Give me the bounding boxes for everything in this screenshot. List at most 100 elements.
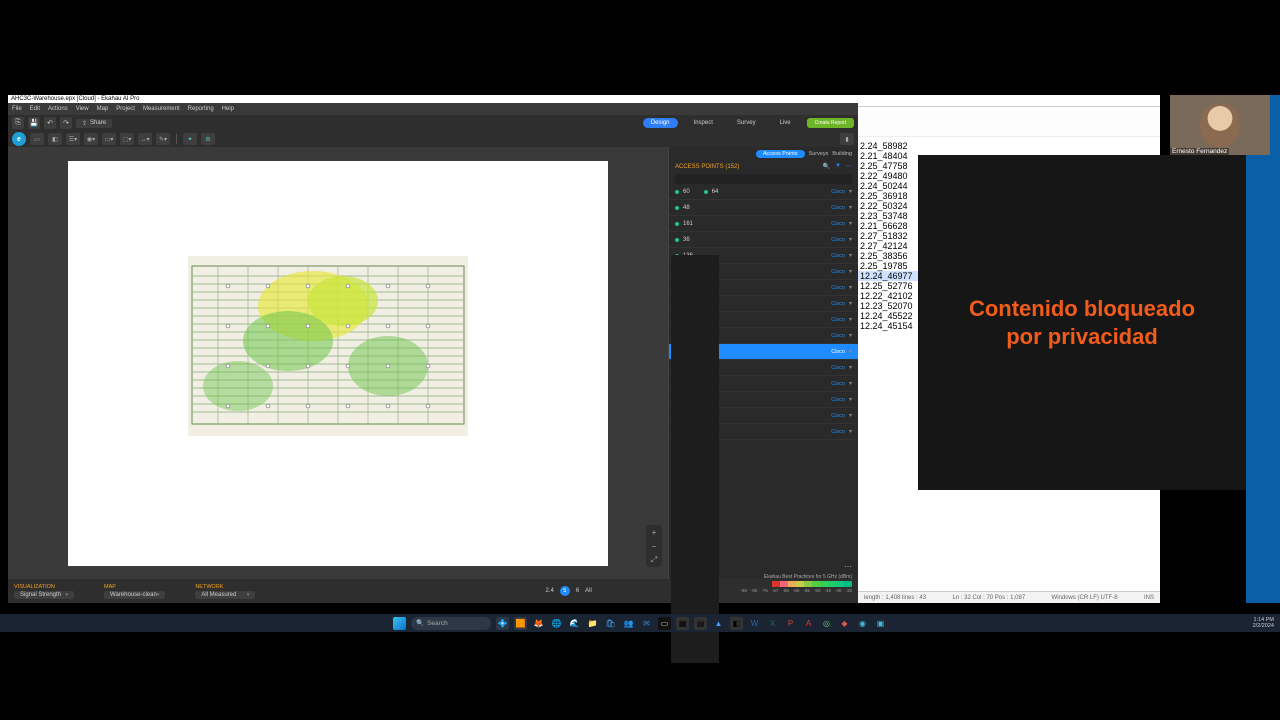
taskbar-search[interactable]: 🔍 Search: [411, 617, 491, 630]
menu-help[interactable]: Help: [222, 106, 234, 112]
editor-line[interactable]: 2.24_58982: [858, 141, 1160, 151]
taskbar-ppt[interactable]: P: [784, 617, 797, 630]
band-6[interactable]: 6: [576, 588, 579, 594]
map-canvas[interactable]: + − ⤢: [8, 147, 668, 579]
taskbar-app-2[interactable]: 🟧: [514, 617, 527, 630]
taskbar-acrobat[interactable]: A: [802, 617, 815, 630]
taskbar-app-c[interactable]: ▲: [712, 617, 725, 630]
legend-menu-icon[interactable]: ⋯: [844, 562, 852, 571]
letterbox-top: [0, 0, 1280, 95]
save-button[interactable]: 💾: [28, 117, 40, 129]
network-dropdown[interactable]: All Measured: [195, 591, 255, 599]
band-5[interactable]: 5: [560, 586, 570, 596]
taskbar-edge[interactable]: 🌊: [568, 617, 581, 630]
menu-view[interactable]: View: [76, 106, 89, 112]
taskbar-app-d[interactable]: ◧: [730, 617, 743, 630]
menu-measurement[interactable]: Measurement: [143, 106, 180, 112]
taskbar-app-f[interactable]: ◉: [856, 617, 869, 630]
menu-edit[interactable]: Edit: [30, 106, 40, 112]
taskbar-chrome[interactable]: 🌐: [550, 617, 563, 630]
start-button[interactable]: [393, 617, 406, 630]
taskbar-word[interactable]: W: [748, 617, 761, 630]
band-2-4[interactable]: 2.4: [545, 588, 553, 594]
toolbar-secondary: e ▭ ◧ ☰▾ ◉▾ ▭▾ ⬚▾ ↔▾ ✎▾ ✦ ⚙ ▮: [8, 131, 858, 147]
redo-button[interactable]: ↷: [60, 117, 72, 129]
ekahau-app-window: AHC3C-Warehouse.epx [Cloud] - Ekahau AI …: [8, 95, 858, 603]
tool-rect[interactable]: ◧: [48, 133, 62, 145]
blocked-line-1: Contenido bloqueado: [969, 295, 1195, 323]
taskbar-ekahau[interactable]: ◎: [820, 617, 833, 630]
webcam-thumbnail[interactable]: Ernesto Fernandez: [1170, 95, 1270, 155]
taskbar-outlook[interactable]: ✉: [640, 617, 653, 630]
ap-count-header: ACCESS POINTS (152): [675, 164, 739, 170]
band-all[interactable]: All: [585, 588, 592, 594]
ap-filter-icon[interactable]: ▼: [835, 163, 841, 170]
mode-live[interactable]: Live: [772, 118, 799, 128]
mode-inspect[interactable]: Inspect: [686, 118, 721, 128]
open-button[interactable]: ⎘: [12, 117, 24, 129]
viz-label: VISUALIZATION: [14, 584, 74, 590]
tool-layers[interactable]: ☰▾: [66, 133, 80, 145]
status-pos: Ln : 32 Col : 70 Pos : 1,087: [952, 595, 1025, 601]
search-icon: 🔍: [416, 619, 424, 627]
tool-select[interactable]: ▭: [30, 133, 44, 145]
tool-optimize[interactable]: ⚙: [201, 133, 215, 145]
zoom-controls: + − ⤢: [646, 525, 662, 567]
network-label: NETWORK: [195, 584, 255, 590]
taskbar-store[interactable]: 🛍: [604, 617, 617, 630]
ap-filter-bar[interactable]: [675, 174, 852, 184]
tab-access-points[interactable]: Access Points: [756, 150, 805, 158]
ap-row[interactable]: 48Cisco▾: [669, 200, 858, 216]
app-footer: VISUALIZATION Signal Strength MAP Wareho…: [8, 579, 858, 603]
menu-file[interactable]: File: [12, 106, 22, 112]
ap-more-icon[interactable]: ⋯: [846, 163, 852, 170]
tool-chart-icon[interactable]: ▮: [840, 133, 854, 145]
mode-design[interactable]: Design: [643, 118, 678, 128]
ap-row[interactable]: 161Cisco▾: [669, 216, 858, 232]
taskbar-excel[interactable]: X: [766, 617, 779, 630]
ap-search-icon[interactable]: 🔍: [823, 163, 830, 170]
undo-button[interactable]: ↶: [44, 117, 56, 129]
create-report-button[interactable]: Create Report: [807, 118, 854, 128]
mode-survey[interactable]: Survey: [729, 118, 764, 128]
tool-wall-dd[interactable]: ▭▾: [102, 133, 116, 145]
taskbar-app-a[interactable]: ▦: [676, 617, 689, 630]
taskbar-app-g[interactable]: ▣: [874, 617, 887, 630]
menu-project[interactable]: Project: [116, 106, 135, 112]
taskbar-terminal[interactable]: ▭: [658, 617, 671, 630]
menu-map[interactable]: Map: [97, 106, 109, 112]
zoom-out-button[interactable]: −: [646, 539, 662, 553]
taskbar-explorer[interactable]: 📁: [586, 617, 599, 630]
signal-legend: ⋯ Ekahau Best Practices for 5 GHz (dBm) …: [740, 574, 852, 593]
taskbar-firefox[interactable]: 🦊: [532, 617, 545, 630]
editor-statusbar: length : 1,408 lines : 43 Ln : 32 Col : …: [858, 591, 1160, 603]
viz-dropdown[interactable]: Signal Strength: [14, 591, 74, 599]
tool-ap-dd[interactable]: ◉▾: [84, 133, 98, 145]
taskbar-teams[interactable]: 👥: [622, 617, 635, 630]
ap-row[interactable]: 6064Cisco▾: [669, 184, 858, 200]
taskbar-app-e[interactable]: ◆: [838, 617, 851, 630]
share-button[interactable]: ⇪Share: [76, 119, 112, 128]
tool-scale-dd[interactable]: ↔▾: [138, 133, 152, 145]
ap-row[interactable]: 36Cisco▾: [669, 232, 858, 248]
taskbar-app-b[interactable]: ▤: [694, 617, 707, 630]
status-ins: INS: [1144, 595, 1154, 601]
zoom-in-button[interactable]: +: [646, 525, 662, 539]
map-dropdown[interactable]: Warehouse-clean: [104, 591, 165, 599]
floorplan-heatmap: [188, 256, 468, 436]
tool-note-dd[interactable]: ✎▾: [156, 133, 170, 145]
editor-titlebar: [858, 95, 1160, 107]
taskbar-app-1[interactable]: 💠: [496, 617, 509, 630]
menu-bar: File Edit Actions View Map Project Measu…: [8, 103, 858, 115]
taskbar-clock[interactable]: 1:14 PM 2/2/2024: [1253, 617, 1274, 629]
dark-strip: [671, 255, 719, 663]
privacy-overlay: Contenido bloqueado por privacidad: [918, 155, 1246, 490]
tool-area-dd[interactable]: ⬚▾: [120, 133, 134, 145]
tool-auto-plan[interactable]: ✦: [183, 133, 197, 145]
menu-actions[interactable]: Actions: [48, 106, 68, 112]
menu-reporting[interactable]: Reporting: [188, 106, 214, 112]
webcam-name: Ernesto Fernandez: [1170, 148, 1229, 155]
zoom-fit-button[interactable]: ⤢: [646, 553, 662, 567]
tab-building[interactable]: Building: [832, 151, 852, 157]
tab-surveys[interactable]: Surveys: [809, 151, 829, 157]
